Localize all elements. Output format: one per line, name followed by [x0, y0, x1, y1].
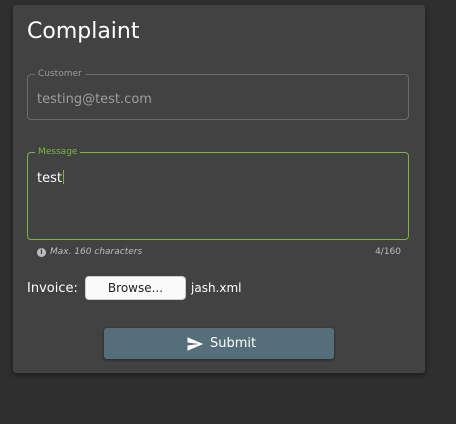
info-icon: i: [37, 248, 46, 257]
submit-button[interactable]: Submit: [104, 328, 334, 359]
message-field-label: Message: [35, 146, 81, 158]
browse-button[interactable]: Browse...: [85, 276, 186, 300]
message-field-content: test: [37, 170, 64, 186]
character-counter: 4/160: [375, 247, 401, 257]
send-icon: [187, 337, 204, 351]
invoice-label: Invoice:: [27, 281, 78, 296]
message-textarea[interactable]: Message test: [27, 146, 409, 240]
submit-button-label: Submit: [210, 336, 257, 351]
customer-field[interactable]: Customer testing@test.com: [27, 68, 409, 120]
selected-file-name: jash.xml: [191, 281, 242, 295]
complaint-form-card: Complaint Customer testing@test.com Mess…: [13, 5, 425, 373]
message-field-value: test: [37, 171, 62, 186]
message-hint: Max. 160 characters: [50, 247, 143, 257]
form-title: Complaint: [27, 19, 140, 44]
text-caret: [62, 170, 64, 184]
message-hint-row: i Max. 160 characters 4/160: [37, 247, 401, 259]
customer-field-label: Customer: [35, 68, 85, 80]
customer-field-value: testing@test.com: [37, 92, 152, 107]
